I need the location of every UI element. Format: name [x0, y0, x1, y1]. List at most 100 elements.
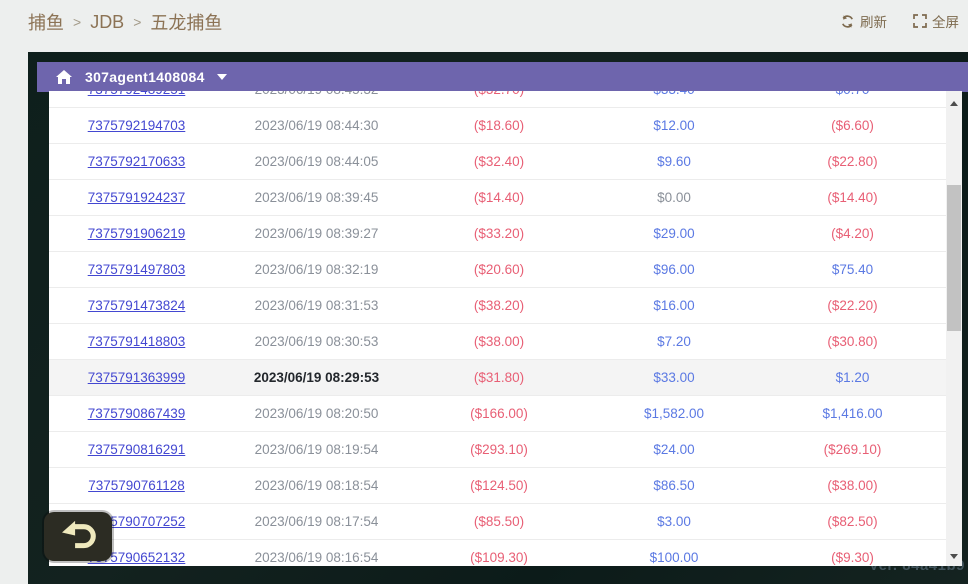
bet-amount-cell: ($124.50) [409, 468, 589, 504]
payout-amount-cell: $24.00 [589, 432, 759, 468]
scroll-down-button[interactable] [946, 548, 962, 564]
bet-time-cell: 2023/06/19 08:18:54 [224, 468, 409, 504]
refresh-icon [840, 14, 855, 29]
bet-time-cell: 2023/06/19 08:20:50 [224, 396, 409, 432]
payout-amount-cell: $86.50 [589, 468, 759, 504]
table-row: 7375790761128 2023/06/19 08:18:54 ($124.… [49, 468, 946, 504]
bet-id-cell: 7375790761128 [49, 468, 224, 504]
bet-time-cell: 2023/06/19 08:30:53 [224, 324, 409, 360]
refresh-label: 刷新 [860, 11, 887, 31]
chevron-down-icon[interactable] [217, 74, 227, 80]
bet-id-link[interactable]: 7375790867439 [88, 406, 186, 421]
bet-amount-cell: ($18.60) [409, 108, 589, 144]
table-row: 7375791363999 2023/06/19 08:29:53 ($31.8… [49, 360, 946, 396]
back-arrow-icon [56, 518, 100, 555]
bet-amount-cell: ($33.20) [409, 216, 589, 252]
payout-amount-cell: $3.00 [589, 504, 759, 540]
bet-id-link[interactable]: 7375791418803 [88, 334, 186, 349]
net-amount-cell: ($14.40) [759, 180, 946, 216]
bet-id-cell: 7375790816291 [49, 432, 224, 468]
header-actions: 刷新 全屏 [840, 11, 968, 31]
payout-amount-cell: $7.20 [589, 324, 759, 360]
bet-id-link[interactable]: 7375790816291 [88, 442, 186, 457]
payout-amount-cell: $33.00 [589, 360, 759, 396]
scroll-up-button[interactable] [946, 95, 962, 111]
back-button[interactable] [44, 512, 112, 561]
bet-id-cell: 7375791906219 [49, 216, 224, 252]
scroll-down-icon [950, 554, 958, 559]
bet-time-cell: 2023/06/19 08:32:19 [224, 252, 409, 288]
fullscreen-icon [913, 14, 927, 28]
bet-time-cell: 2023/06/19 08:19:54 [224, 432, 409, 468]
bet-amount-cell: ($20.60) [409, 252, 589, 288]
bet-id-link[interactable]: 7375791473824 [88, 298, 186, 313]
bet-time-cell: 2023/06/19 08:44:05 [224, 144, 409, 180]
net-amount-cell: ($22.80) [759, 144, 946, 180]
bet-amount-cell: ($293.10) [409, 432, 589, 468]
breadcrumb-separator: > [73, 14, 81, 30]
payout-amount-cell: $29.00 [589, 216, 759, 252]
bet-history-table: 7375792489251 2023/06/19 08:45:32 ($32.7… [49, 91, 946, 566]
bet-amount-cell: ($38.00) [409, 324, 589, 360]
scroll-up-icon [950, 101, 958, 106]
bet-id-link[interactable]: 7375791497803 [88, 262, 186, 277]
scrollbar-thumb[interactable] [947, 185, 961, 331]
payout-amount-cell: $9.60 [589, 144, 759, 180]
game-panel: 307agent1408084 Ver. 84a41b9 73757924892… [28, 52, 968, 584]
net-amount-cell: ($82.50) [759, 504, 946, 540]
bet-time-cell: 2023/06/19 08:17:54 [224, 504, 409, 540]
bet-amount-cell: ($14.40) [409, 180, 589, 216]
table-row: 7375790707252 2023/06/19 08:17:54 ($85.5… [49, 504, 946, 540]
bet-id-cell: 7375791363999 [49, 360, 224, 396]
fullscreen-button[interactable]: 全屏 [913, 11, 959, 31]
bet-id-link[interactable]: 7375792194703 [88, 118, 186, 133]
bet-amount-cell: ($32.40) [409, 144, 589, 180]
table-row: 7375791497803 2023/06/19 08:32:19 ($20.6… [49, 252, 946, 288]
table-row: 7375791924237 2023/06/19 08:39:45 ($14.4… [49, 180, 946, 216]
net-amount-cell: ($4.20) [759, 216, 946, 252]
net-amount-cell: ($30.80) [759, 324, 946, 360]
breadcrumb: 捕鱼 > JDB > 五龙捕鱼 [28, 9, 222, 35]
table-row: 7375790652132 2023/06/19 08:16:54 ($109.… [49, 540, 946, 567]
breadcrumb-separator: > [133, 14, 141, 30]
home-icon[interactable] [56, 70, 72, 84]
refresh-button[interactable]: 刷新 [840, 11, 887, 31]
bet-time-cell: 2023/06/19 08:16:54 [224, 540, 409, 567]
bet-id-cell: 7375792489251 [49, 91, 224, 108]
payout-amount-cell: $96.00 [589, 252, 759, 288]
table-row: 7375790816291 2023/06/19 08:19:54 ($293.… [49, 432, 946, 468]
net-amount-cell: $1,416.00 [759, 396, 946, 432]
bet-id-link[interactable]: 7375791924237 [88, 190, 186, 205]
bet-id-cell: 7375792170633 [49, 144, 224, 180]
bet-time-cell: 2023/06/19 08:44:30 [224, 108, 409, 144]
bet-amount-cell: ($109.30) [409, 540, 589, 567]
bet-time-cell: 2023/06/19 08:45:32 [224, 91, 409, 108]
bet-id-link[interactable]: 7375792489251 [88, 91, 186, 97]
page: { "breadcrumb": { "separator": ">", "ite… [0, 0, 968, 584]
bet-id-cell: 7375791924237 [49, 180, 224, 216]
table-row: 7375791906219 2023/06/19 08:39:27 ($33.2… [49, 216, 946, 252]
bet-id-link[interactable]: 7375791906219 [88, 226, 186, 241]
agent-name[interactable]: 307agent1408084 [85, 69, 205, 85]
payout-amount-cell: $16.00 [589, 288, 759, 324]
bet-id-link[interactable]: 7375790761128 [88, 478, 185, 493]
bet-time-cell: 2023/06/19 08:39:27 [224, 216, 409, 252]
bet-id-link[interactable]: 7375791363999 [88, 370, 186, 385]
bet-amount-cell: ($32.70) [409, 91, 589, 108]
payout-amount-cell: $0.00 [589, 180, 759, 216]
bet-id-link[interactable]: 7375792170633 [88, 154, 186, 169]
table-row: 7375791473824 2023/06/19 08:31:53 ($38.2… [49, 288, 946, 324]
net-amount-cell: $1.20 [759, 360, 946, 396]
net-amount-cell: ($38.00) [759, 468, 946, 504]
breadcrumb-item-jdb[interactable]: JDB [90, 12, 124, 33]
table-scrollbar[interactable] [946, 91, 962, 566]
breadcrumb-item-fishing[interactable]: 捕鱼 [28, 9, 64, 35]
bet-time-cell: 2023/06/19 08:29:53 [224, 360, 409, 396]
net-amount-cell: ($9.30) [759, 540, 946, 567]
bet-time-cell: 2023/06/19 08:39:45 [224, 180, 409, 216]
breadcrumb-item-wulong[interactable]: 五龙捕鱼 [150, 9, 222, 35]
net-amount-cell: $0.70 [759, 91, 946, 108]
net-amount-cell: ($269.10) [759, 432, 946, 468]
table-row: 7375792194703 2023/06/19 08:44:30 ($18.6… [49, 108, 946, 144]
bet-amount-cell: ($38.20) [409, 288, 589, 324]
